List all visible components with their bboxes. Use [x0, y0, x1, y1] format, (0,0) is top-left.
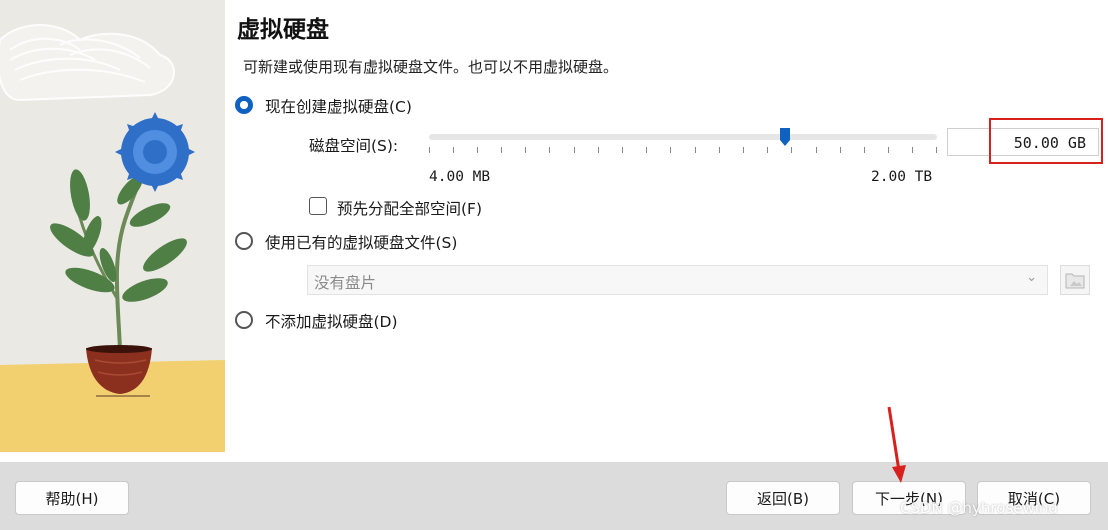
no-disk-label[interactable]: 不添加虚拟硬盘(D)	[265, 310, 398, 332]
wizard-illustration	[0, 0, 225, 452]
preallocate-label[interactable]: 预先分配全部空间(F)	[337, 197, 482, 219]
use-existing-label[interactable]: 使用已有的虚拟硬盘文件(S)	[265, 231, 457, 253]
folder-icon	[1065, 273, 1085, 289]
preallocate-checkbox[interactable]	[309, 197, 327, 215]
create-new-radio[interactable]	[235, 96, 253, 114]
existing-disk-combo-value: 没有盘片	[314, 274, 377, 292]
page-title: 虚拟硬盘	[237, 17, 329, 43]
watermark: CSDN @hyhrosewind	[900, 499, 1058, 517]
create-new-label[interactable]: 现在创建虚拟硬盘(C)	[265, 95, 412, 117]
back-button[interactable]: 返回(B)	[726, 481, 840, 515]
no-disk-radio[interactable]	[235, 311, 253, 329]
flower-pot-illustration	[0, 24, 225, 452]
slider-max-label: 2.00 TB	[871, 169, 933, 185]
slider-thumb[interactable]	[779, 127, 791, 147]
page-subtitle: 可新建或使用现有虚拟硬盘文件。也可以不用虚拟硬盘。	[243, 58, 619, 76]
red-highlight-box	[989, 118, 1103, 164]
existing-disk-combo[interactable]: 没有盘片 ⌄	[307, 265, 1048, 295]
slider-ticks	[429, 147, 937, 155]
choose-disk-button[interactable]	[1060, 265, 1090, 295]
help-button[interactable]: 帮助(H)	[15, 481, 129, 515]
disk-size-slider[interactable]	[429, 134, 937, 140]
disk-size-label: 磁盘空间(S):	[309, 137, 399, 155]
use-existing-radio[interactable]	[235, 232, 253, 250]
slider-min-label: 4.00 MB	[429, 169, 491, 185]
red-arrow-annotation	[887, 406, 906, 483]
main-panel: 虚拟硬盘 可新建或使用现有虚拟硬盘文件。也可以不用虚拟硬盘。 现在创建虚拟硬盘(…	[225, 0, 1108, 462]
chevron-down-icon: ⌄	[1026, 270, 1037, 285]
